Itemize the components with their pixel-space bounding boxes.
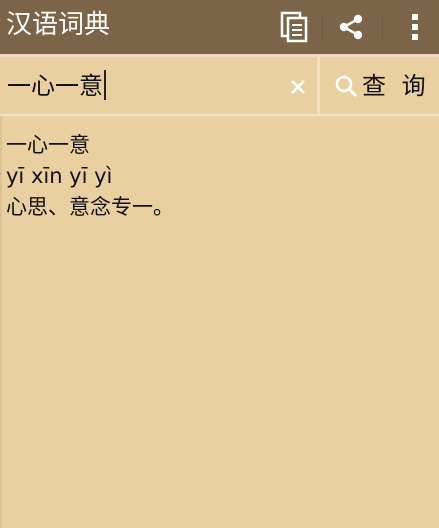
result-pinyin: yī xīn yī yì xyxy=(6,164,113,188)
query-button[interactable]: 查 询 xyxy=(320,57,439,114)
search-input-text: 一心一意 xyxy=(7,70,106,102)
toolbar-divider xyxy=(382,14,383,40)
left-edge-shadow xyxy=(0,116,2,528)
copy-icon xyxy=(280,11,308,43)
search-input[interactable]: 一心一意 xyxy=(0,57,316,114)
search-bar: 一心一意 查 询 xyxy=(0,54,439,116)
share-button[interactable] xyxy=(326,0,376,54)
search-icon xyxy=(335,75,358,97)
app-bar: 汉语词典 xyxy=(0,0,439,54)
more-vertical-icon xyxy=(412,14,418,40)
share-icon xyxy=(339,14,363,40)
result-panel: 一心一意 yī xīn yī yì 心思、意念专一。 xyxy=(6,130,431,223)
text-caret xyxy=(104,70,106,100)
result-definition: 心思、意念专一。 xyxy=(6,195,174,219)
more-options-button[interactable] xyxy=(392,0,438,54)
close-icon xyxy=(291,80,305,94)
app-title: 汉语词典 xyxy=(6,10,111,40)
result-word: 一心一意 xyxy=(6,133,90,157)
copy-button[interactable] xyxy=(270,0,318,54)
toolbar-divider xyxy=(322,14,323,40)
dictionary-app: 汉语词典 一心一意 查 询 一心一意 yī xīn yī yì 心思、意念专一。 xyxy=(0,0,439,528)
clear-search-button[interactable] xyxy=(286,75,310,99)
search-input-value: 一心一意 xyxy=(7,72,103,100)
query-button-label: 查 询 xyxy=(362,71,430,100)
